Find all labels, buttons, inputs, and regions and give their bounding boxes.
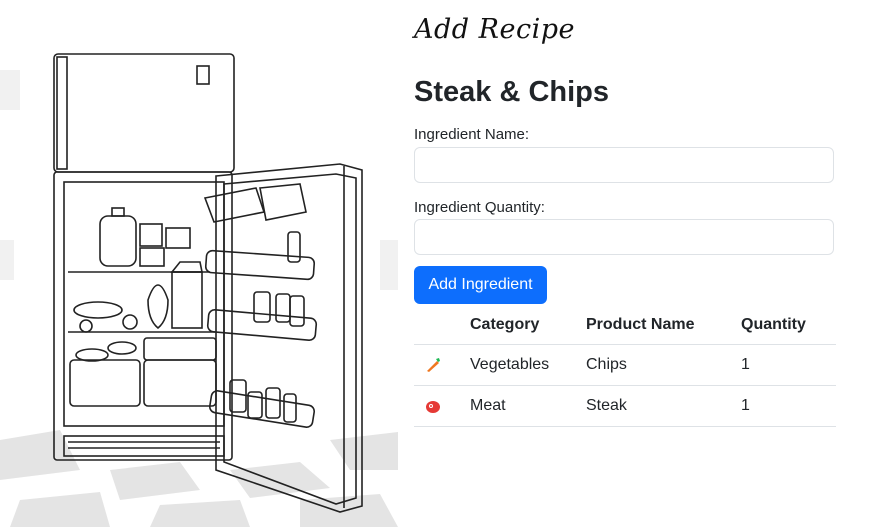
- header-icon: [414, 306, 470, 345]
- header-product-name: Product Name: [586, 306, 741, 345]
- table-row[interactable]: Meat Steak 1: [414, 385, 836, 427]
- table-row[interactable]: Vegetables Chips 1: [414, 344, 836, 386]
- row-quantity: 1: [741, 344, 836, 386]
- table-header-row: Category Product Name Quantity: [414, 306, 836, 345]
- fridge-illustration: [0, 53, 398, 527]
- row-category: Meat: [470, 385, 586, 427]
- ingredient-name-input[interactable]: [414, 147, 834, 183]
- ingredient-name-label: Ingredient Name:: [414, 126, 530, 143]
- row-category: Vegetables: [470, 344, 586, 386]
- row-quantity: 1: [741, 385, 836, 427]
- row-product-name: Chips: [586, 344, 741, 386]
- page-title: Steak & Chips: [414, 76, 609, 108]
- ingredients-table: Category Product Name Quantity Vegetable…: [414, 306, 836, 427]
- carrot-icon: [427, 357, 440, 372]
- header-category: Category: [470, 306, 586, 345]
- header-quantity: Quantity: [741, 306, 836, 345]
- row-product-name: Steak: [586, 385, 741, 427]
- add-ingredient-button[interactable]: Add Ingredient: [414, 266, 547, 304]
- meat-icon: [426, 400, 440, 413]
- ingredient-quantity-input[interactable]: [414, 219, 834, 255]
- brand-title: Add Recipe: [414, 14, 575, 45]
- ingredient-quantity-label: Ingredient Quantity:: [414, 199, 545, 216]
